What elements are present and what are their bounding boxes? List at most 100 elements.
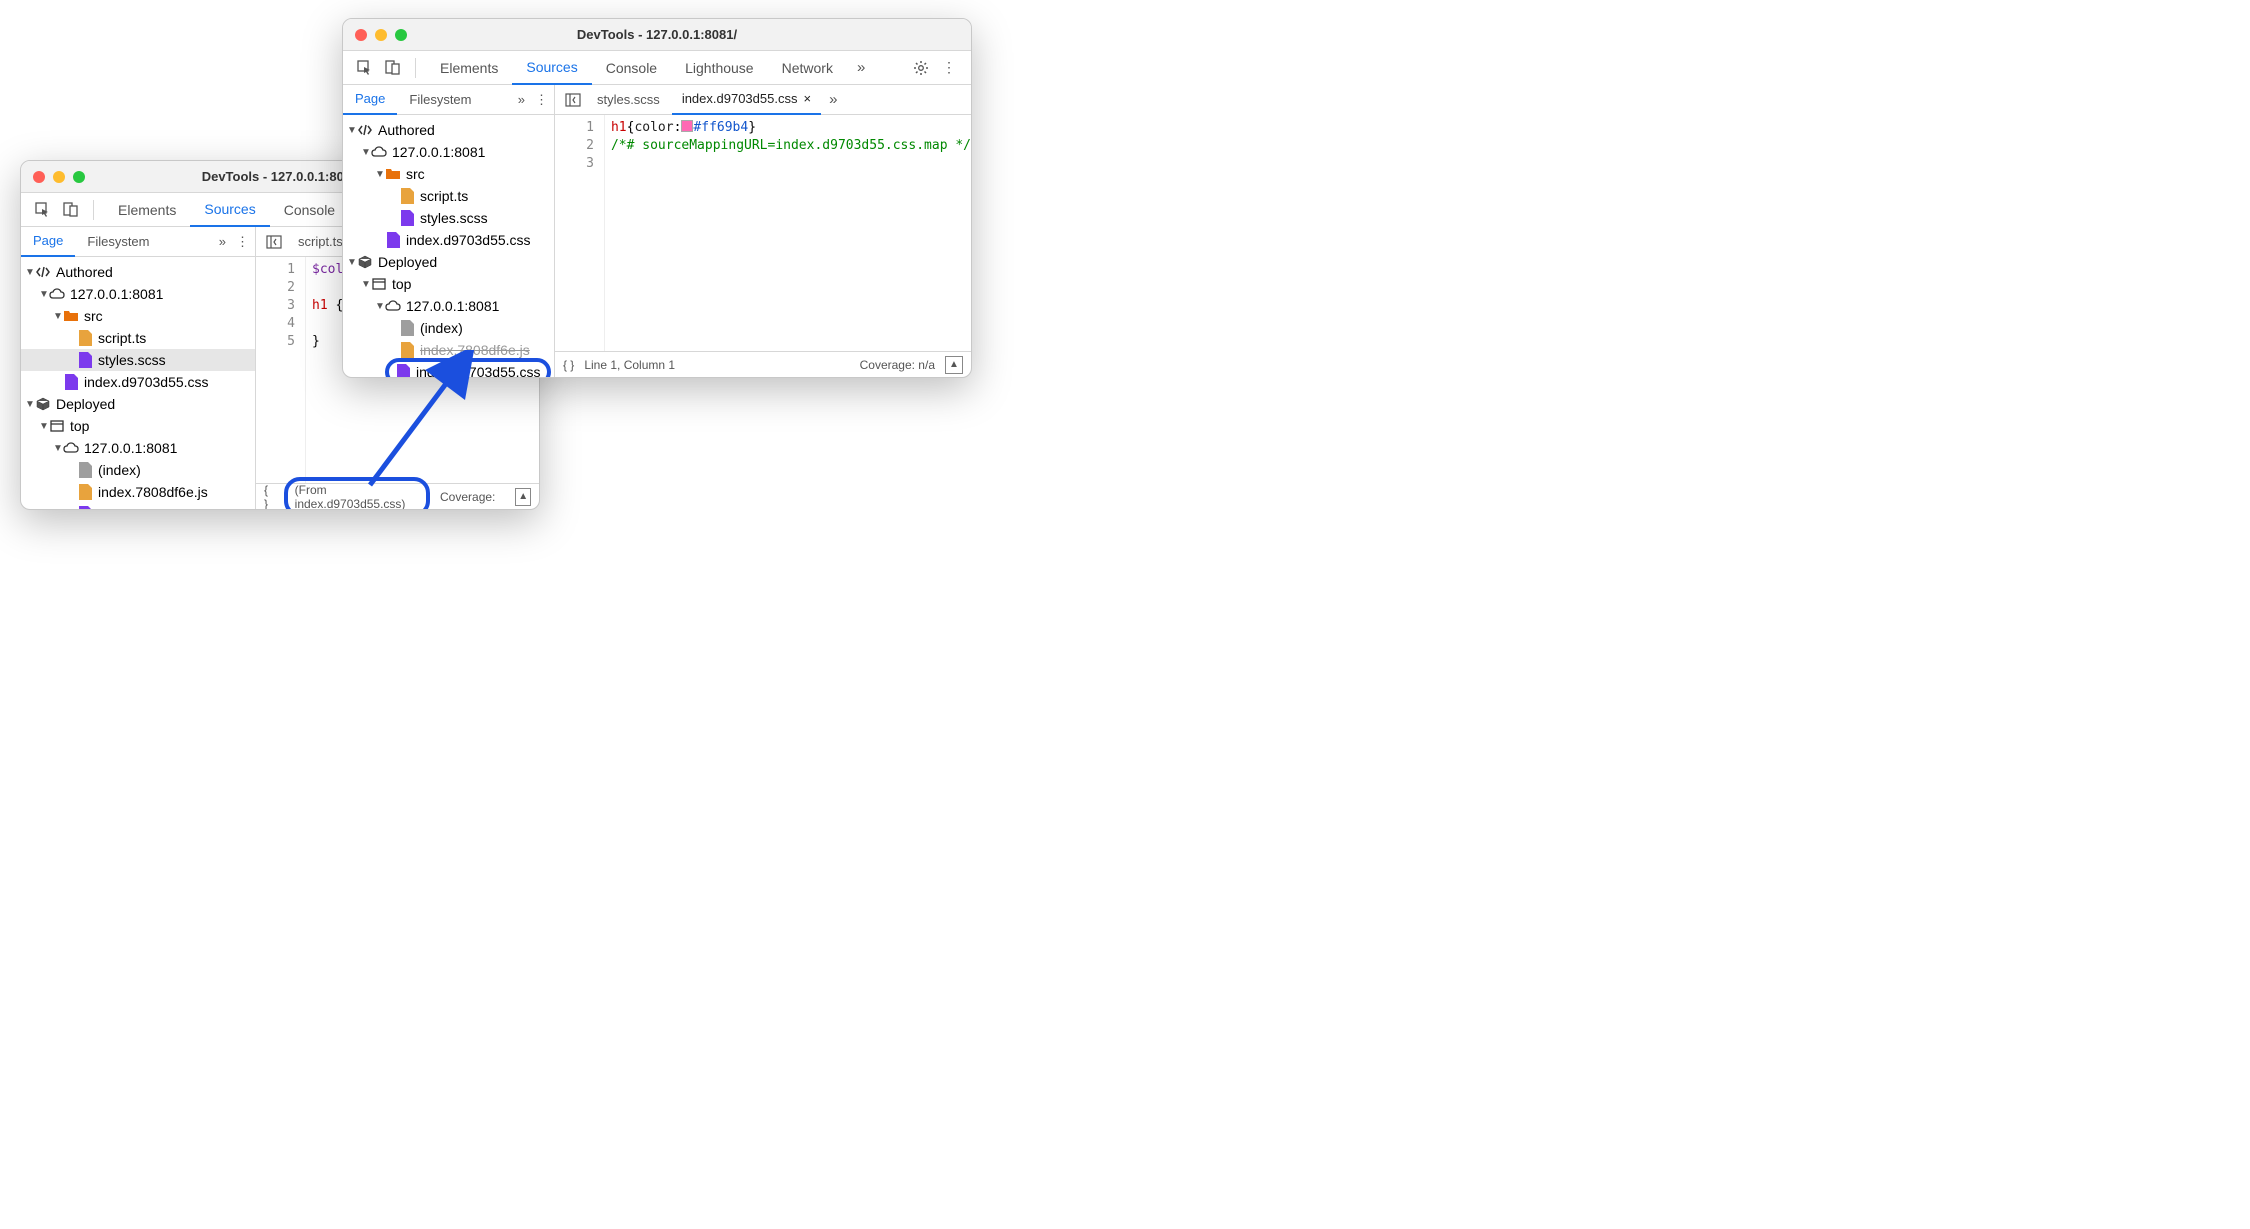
toggle-drawer-icon[interactable]: ▲ [945, 356, 963, 374]
tree-authored[interactable]: ▼Authored [21, 261, 255, 283]
tree-top[interactable]: ▼top [343, 273, 554, 295]
window-title: DevTools - 127.0.0.1:8081/ [577, 27, 737, 42]
tab-network[interactable]: Network [768, 51, 847, 85]
editor-tabs: styles.scss index.d9703d55.css× » [555, 85, 971, 115]
device-icon[interactable] [381, 56, 405, 80]
tree-file-css-highlight[interactable]: index.d9703d55.css [343, 361, 554, 377]
tree-deployed[interactable]: ▼Deployed [343, 251, 554, 273]
gear-icon[interactable] [909, 56, 933, 80]
css-file-icon [63, 374, 79, 390]
more-tabs-icon[interactable]: » [518, 92, 525, 108]
tree-file-styles[interactable]: styles.scss [21, 349, 255, 371]
tree-host2[interactable]: ▼127.0.0.1:8081 [343, 295, 554, 317]
device-icon[interactable] [59, 198, 83, 222]
code-icon [35, 264, 51, 280]
tree-file-css2[interactable]: index.d9703d55.css [21, 503, 255, 509]
file-tree: ▼Authored ▼127.0.0.1:8081 ▼src script.ts… [343, 115, 554, 377]
tab-lighthouse[interactable]: Lighthouse [671, 51, 768, 85]
toggle-drawer-icon[interactable]: ▲ [515, 488, 531, 506]
braces-icon[interactable]: { } [264, 483, 274, 510]
close-icon[interactable] [355, 29, 367, 41]
code-area[interactable]: 1 2 3 h1{color:#ff69b4} /*# sourceMappin… [555, 115, 971, 351]
package-icon [357, 254, 373, 270]
sidebar-tab-filesystem[interactable]: Filesystem [397, 85, 483, 115]
devtools-window-right: DevTools - 127.0.0.1:8081/ Elements Sour… [342, 18, 972, 378]
doc-file-icon [77, 462, 93, 478]
tree-authored[interactable]: ▼Authored [343, 119, 554, 141]
status-bar: { } (From index.d9703d55.css) Coverage: … [256, 483, 539, 509]
gutter: 1 2 3 4 5 [256, 257, 306, 483]
color-swatch[interactable] [681, 120, 693, 132]
more-tabs-icon[interactable]: » [219, 234, 226, 250]
more-editor-tabs-icon[interactable]: » [823, 91, 843, 108]
tree-file-styles[interactable]: styles.scss [343, 207, 554, 229]
traffic-lights [355, 29, 407, 41]
tree-file-js[interactable]: index.7808df6e.js [21, 481, 255, 503]
tree-src[interactable]: ▼src [21, 305, 255, 327]
braces-icon[interactable]: { } [563, 358, 574, 372]
folder-icon [63, 308, 79, 324]
source[interactable]: h1{color:#ff69b4} /*# sourceMappingURL=i… [605, 115, 971, 351]
sidebar-tab-page[interactable]: Page [21, 227, 75, 257]
sidebar-tabs: Page Filesystem » ⋮ [343, 85, 554, 115]
tab-console[interactable]: Console [592, 51, 671, 85]
doc-file-icon [399, 320, 415, 336]
tree-file-indexcss[interactable]: index.d9703d55.css [21, 371, 255, 393]
content: Page Filesystem » ⋮ ▼Authored ▼127.0.0.1… [343, 85, 971, 377]
cloud-icon [49, 286, 65, 302]
minimize-icon[interactable] [53, 171, 65, 183]
tree-host[interactable]: ▼127.0.0.1:8081 [343, 141, 554, 163]
show-navigator-icon[interactable] [561, 88, 585, 112]
editor-tab-indexcss[interactable]: index.d9703d55.css× [672, 85, 821, 115]
window-title: DevTools - 127.0.0.1:8081 [202, 169, 359, 184]
tree-file-index[interactable]: (index) [21, 459, 255, 481]
editor: styles.scss index.d9703d55.css× » 1 2 3 … [555, 85, 971, 377]
tree-file-indexcss[interactable]: index.d9703d55.css [343, 229, 554, 251]
zoom-icon[interactable] [73, 171, 85, 183]
tab-elements[interactable]: Elements [426, 51, 512, 85]
tree-host[interactable]: ▼127.0.0.1:8081 [21, 283, 255, 305]
tab-console[interactable]: Console [270, 193, 349, 227]
tab-elements[interactable]: Elements [104, 193, 190, 227]
tree-src[interactable]: ▼src [343, 163, 554, 185]
zoom-icon[interactable] [395, 29, 407, 41]
tab-sources[interactable]: Sources [190, 193, 269, 227]
status-bar: { } Line 1, Column 1 Coverage: n/a ▲ [555, 351, 971, 377]
tree-deployed[interactable]: ▼Deployed [21, 393, 255, 415]
main-tabs: Elements Sources Console [104, 193, 349, 227]
tree-host2[interactable]: ▼127.0.0.1:8081 [21, 437, 255, 459]
titlebar[interactable]: DevTools - 127.0.0.1:8081/ [343, 19, 971, 51]
scss-file-icon [399, 210, 415, 226]
tab-sources[interactable]: Sources [512, 51, 591, 85]
close-icon[interactable] [33, 171, 45, 183]
coverage-label: Coverage: [440, 490, 495, 504]
tree-file-script[interactable]: script.ts [21, 327, 255, 349]
main-tabs: Elements Sources Console Lighthouse Netw… [426, 51, 847, 85]
minimize-icon[interactable] [375, 29, 387, 41]
tree-top[interactable]: ▼top [21, 415, 255, 437]
inspect-icon[interactable] [31, 198, 55, 222]
ts-file-icon [77, 330, 93, 346]
gutter: 1 2 3 [555, 115, 605, 351]
more-tabs-icon[interactable]: » [851, 59, 871, 76]
kebab-icon[interactable]: ⋮ [937, 56, 961, 80]
source-map-link[interactable]: index.d9703d55.css [295, 497, 402, 510]
sidebar-tab-filesystem[interactable]: Filesystem [75, 227, 161, 257]
cloud-icon [385, 298, 401, 314]
tree-file-index[interactable]: (index) [343, 317, 554, 339]
file-tree: ▼Authored ▼127.0.0.1:8081 ▼src script.ts… [21, 257, 255, 509]
coverage-label: Coverage: n/a [860, 358, 935, 372]
divider [93, 200, 94, 220]
tree-file-script[interactable]: script.ts [343, 185, 554, 207]
inspect-icon[interactable] [353, 56, 377, 80]
code-icon [357, 122, 373, 138]
show-navigator-icon[interactable] [262, 230, 286, 254]
kebab-icon[interactable]: ⋮ [236, 234, 249, 250]
scss-file-icon [77, 352, 93, 368]
css-file-icon [385, 232, 401, 248]
sidebar-tab-page[interactable]: Page [343, 85, 397, 115]
close-tab-icon[interactable]: × [803, 91, 811, 106]
folder-icon [385, 166, 401, 182]
editor-tab-styles[interactable]: styles.scss [587, 85, 670, 115]
kebab-icon[interactable]: ⋮ [535, 92, 548, 108]
